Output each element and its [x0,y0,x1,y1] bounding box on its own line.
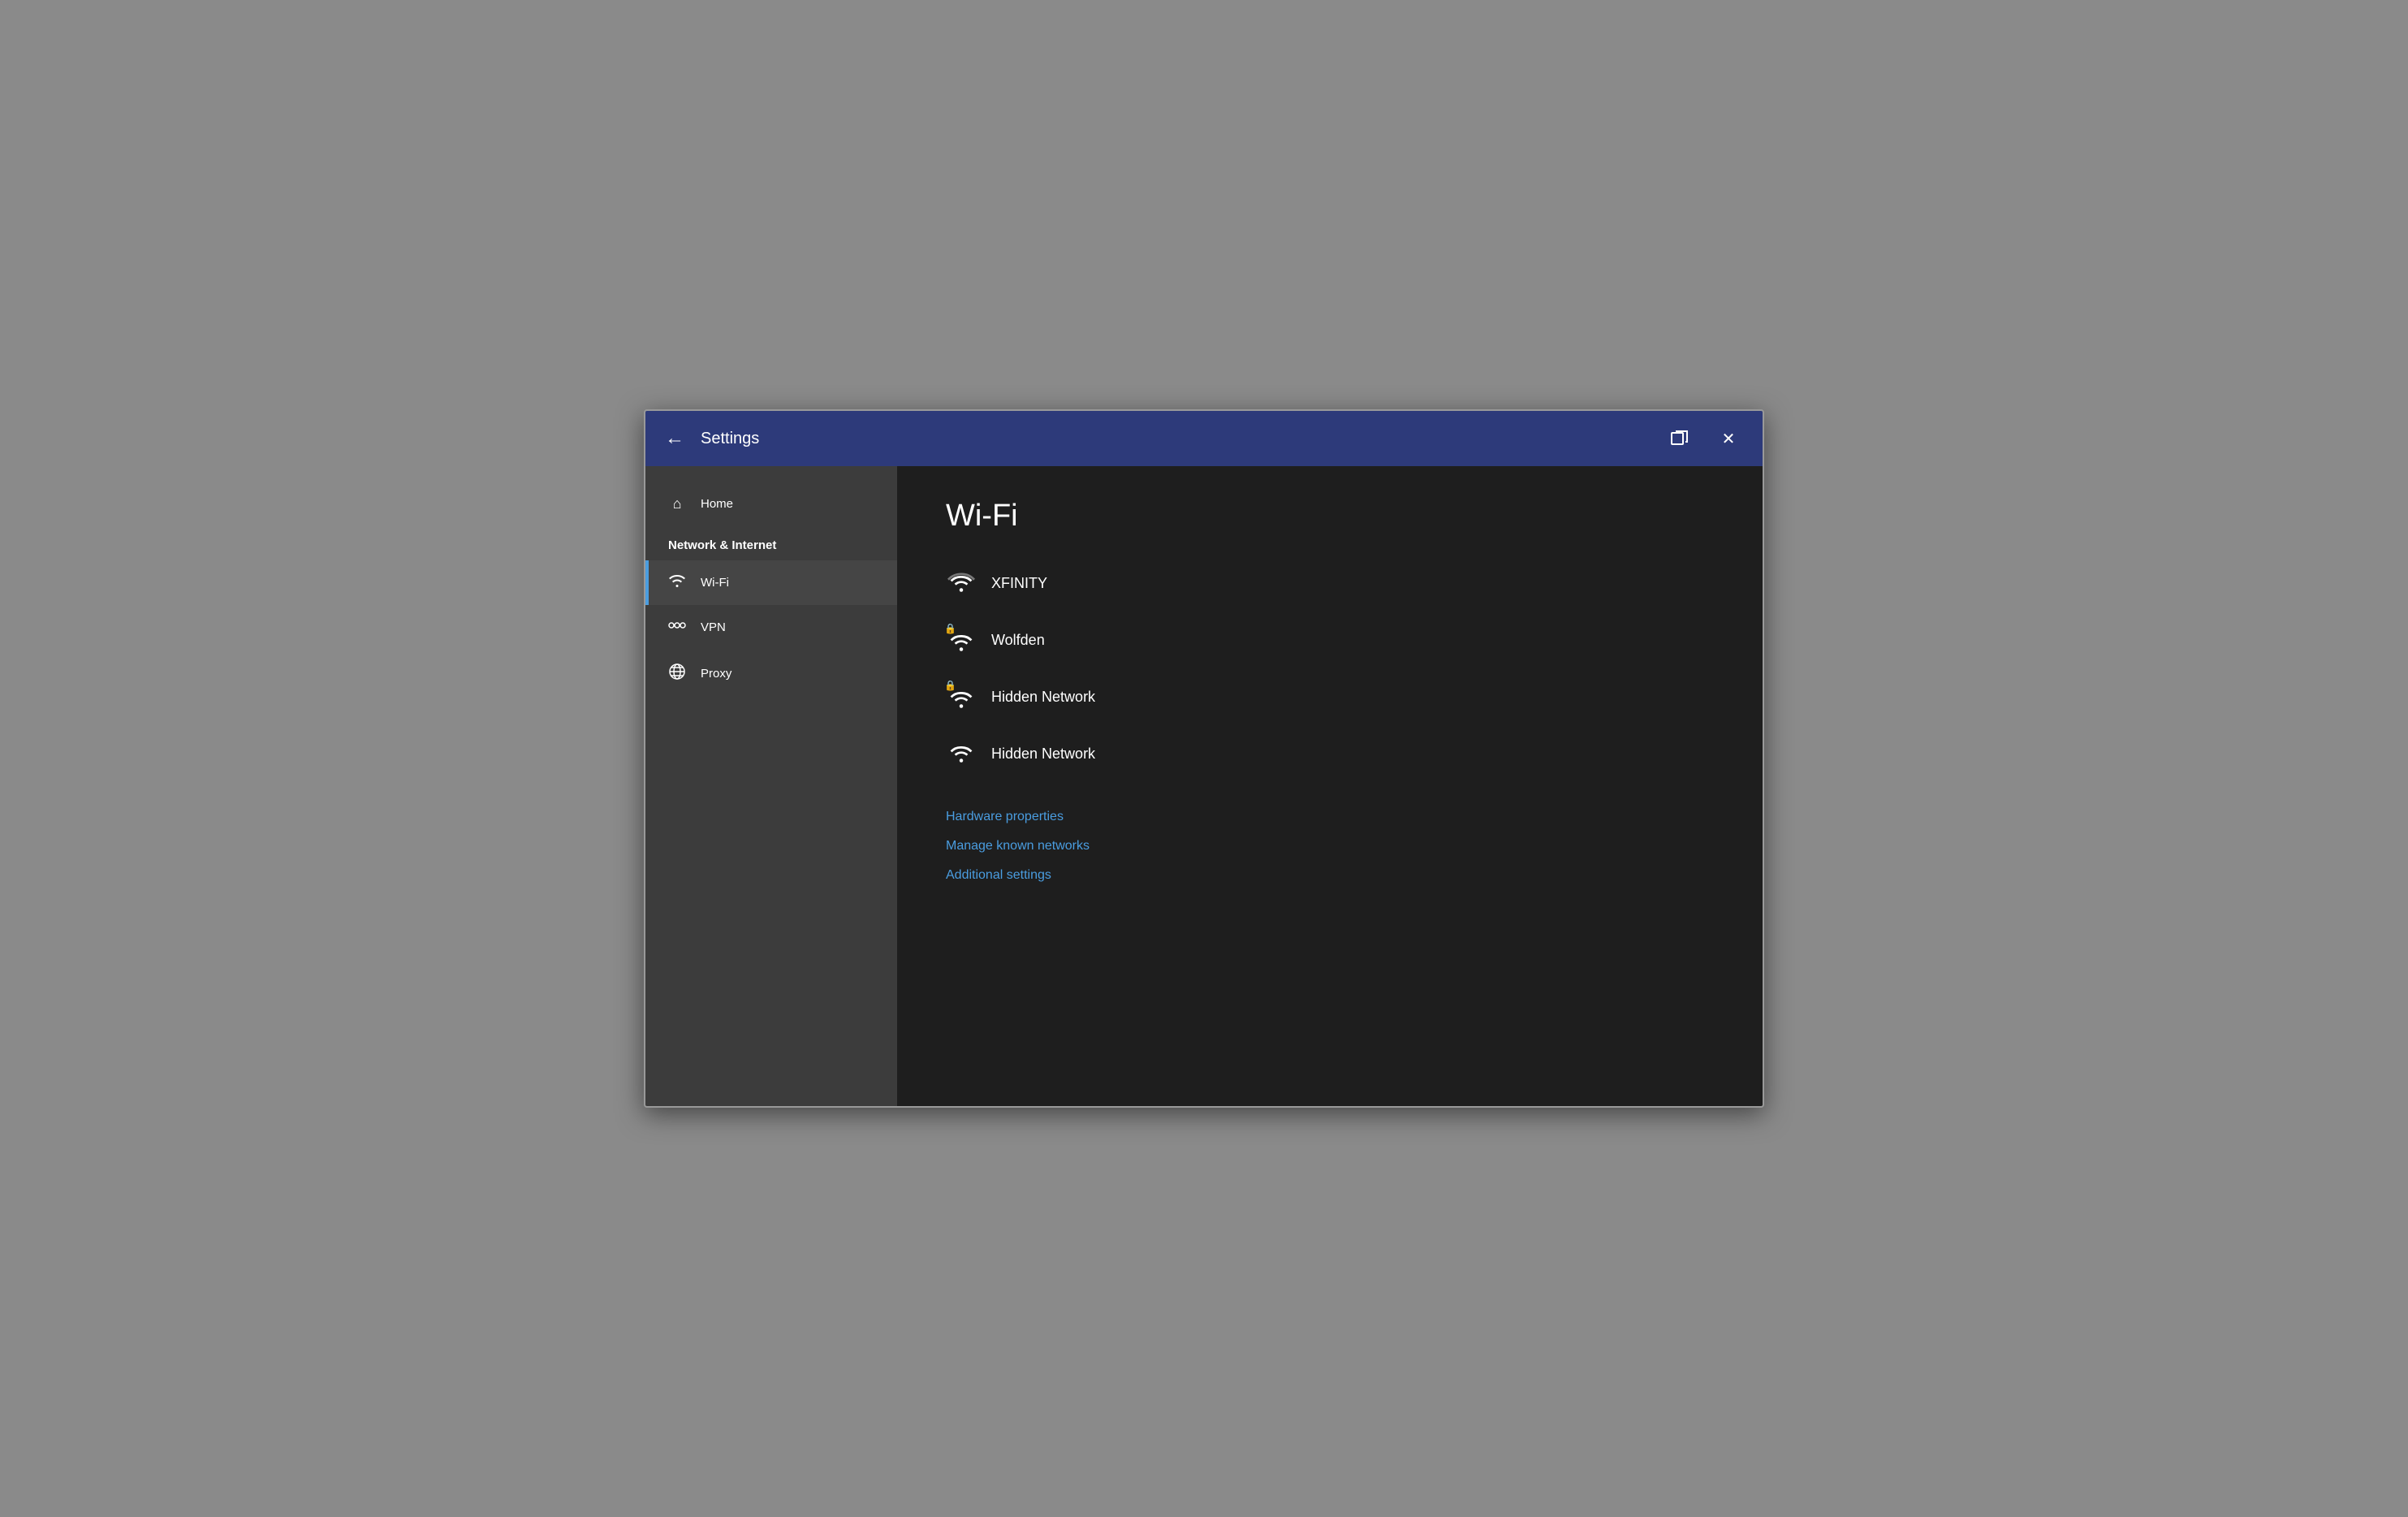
sidebar-vpn-label: VPN [701,620,726,634]
restore-button[interactable] [1665,424,1694,453]
sidebar-wifi-label: Wi-Fi [701,576,729,590]
window-controls: ✕ [1665,424,1743,453]
restore-icon [1671,430,1689,447]
sidebar-home-label: Home [701,497,733,511]
xfinity-wifi-icon [947,571,975,595]
sidebar-proxy-label: Proxy [701,667,731,681]
xfinity-icon-wrap [946,568,977,599]
manage-known-networks-link[interactable]: Manage known networks [946,839,1714,854]
settings-window: ← Settings ✕ ⌂ Home Network & Internet [644,409,1764,1108]
back-button[interactable]: ← [665,427,684,450]
network-item-hidden1[interactable]: 🔒 Hidden Network [946,670,1714,724]
wifi-sidebar-icon [668,573,686,592]
sidebar-section-label: Network & Internet [645,525,897,560]
wolfden-icon-wrap: 🔒 [946,625,977,655]
network-item-hidden2[interactable]: Hidden Network [946,727,1714,780]
wolfden-network-name: Wolfden [991,632,1045,649]
sidebar-item-proxy[interactable]: Proxy [645,650,897,698]
additional-settings-link[interactable]: Additional settings [946,868,1714,883]
page-title: Wi-Fi [946,499,1714,534]
sidebar: ⌂ Home Network & Internet Wi-Fi [645,466,897,1106]
window-title: Settings [701,430,1665,448]
hidden2-network-name: Hidden Network [991,746,1095,763]
sidebar-item-vpn[interactable]: VPN [645,605,897,650]
hidden1-lock-icon: 🔒 [944,680,956,691]
wolfden-lock-icon: 🔒 [944,623,956,634]
xfinity-network-name: XFINITY [991,575,1047,592]
network-list: XFINITY 🔒 Wolfden [946,556,1714,780]
link-list: Hardware properties Manage known network… [946,810,1714,883]
hardware-properties-link[interactable]: Hardware properties [946,810,1714,824]
main-content: ⌂ Home Network & Internet Wi-Fi [645,466,1763,1106]
hidden2-wifi-icon [947,741,975,766]
network-item-xfinity[interactable]: XFINITY [946,556,1714,610]
hidden1-network-name: Hidden Network [991,689,1095,706]
hidden2-icon-wrap [946,738,977,769]
vpn-sidebar-icon [668,618,686,637]
close-button[interactable]: ✕ [1714,424,1743,453]
titlebar: ← Settings ✕ [645,411,1763,466]
home-icon: ⌂ [668,495,686,512]
content-area: Wi-Fi XFINITY [897,466,1763,1106]
network-item-wolfden[interactable]: 🔒 Wolfden [946,613,1714,667]
proxy-sidebar-icon [668,663,686,685]
hidden1-icon-wrap: 🔒 [946,681,977,712]
sidebar-item-wifi[interactable]: Wi-Fi [645,560,897,605]
sidebar-item-home[interactable]: ⌂ Home [645,482,897,525]
